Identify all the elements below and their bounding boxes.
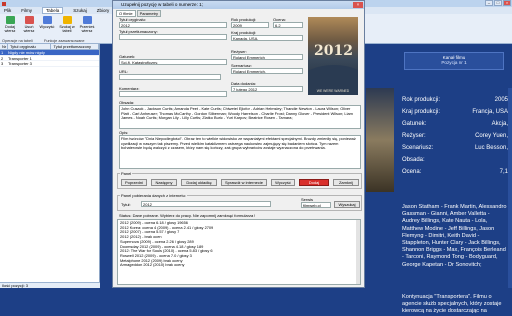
detail-genre: Gatunek: Akcja, [402,121,508,127]
search-table-button[interactable]: Szukaj w tabeli [58,16,76,33]
search-status: Status: Dane pobrane. Wybierz do pracy. … [119,213,256,218]
close-dialog-button[interactable]: Zamknij [333,179,359,186]
movie-details-pane: Kanał filmu Pozycja nr 1 Rok produkcji: 2… [364,52,512,314]
row-title: Transporter 1 [8,55,32,61]
details-header-title: Kanał filmu [442,55,466,60]
menu-zbiory[interactable]: Zbiory [97,8,110,13]
menu-szukaj[interactable]: Szukaj [73,8,87,13]
internet-search-legend: Panel pobierania danych z internetu: [120,193,187,198]
menu-tabela[interactable]: Tabela [42,7,64,14]
service-select[interactable]: filmweb.pl [301,202,331,208]
country-field[interactable]: Kanada, USA, [231,35,303,41]
rating-field[interactable]: 6,2 [273,22,303,28]
dialog-close-icon[interactable]: × [353,2,363,8]
menu-plik[interactable]: Plik [4,8,11,13]
details-list: Rok produkcji: 2005 Kraj produkcji: Francj… [402,96,508,180]
cast-textarea[interactable]: John Cusack - Jackson Curtis; Amanda Pee… [119,105,361,129]
description-textarea[interactable]: Film twórców "Dnia Niepodległości". Obra… [119,135,361,169]
clear-label: Wyczyść [39,25,55,29]
edit-entry-dialog: Uzupełnij pozycję w tabeli o numerze: 1;… [112,0,365,288]
col-translated-title[interactable]: Tytuł przetłumaczony [51,44,99,49]
window-controls: – □ × [484,0,511,6]
translated-title-field[interactable] [119,34,227,40]
move-row-label: Przenieś wiersz [79,25,95,33]
add-row-label: Dodaj wiersz [4,25,16,33]
original-title-field[interactable]: 2012 [119,22,227,28]
cover-caption: WE WERE WARNED [316,89,350,93]
tab-parameters[interactable]: Parametry [136,10,162,17]
row-number: 3 [1,61,4,67]
search-table-label: Szukaj w tabeli [59,25,75,33]
row-number: 2 [1,55,4,61]
detail-rating: Ocena: 7,1 [402,169,508,175]
cover-thumbnail [366,88,394,192]
director-field[interactable]: Roland Emmerich [231,54,303,60]
detail-cast-text: Jason Statham - Frank Martin, Alessandro… [402,204,507,268]
menu-filmy[interactable]: Filmy [21,8,32,13]
results-scrollbar[interactable] [356,220,360,284]
add-button[interactable]: Dodaj [299,179,329,186]
genre-select[interactable]: Sci-fi, Katastroficzny, [119,59,227,65]
group-table-ops: Operacje na tabeli [2,39,33,43]
app-icon [2,1,6,6]
search-online-button[interactable]: Wyszukaj [334,201,360,208]
tab-about-movie[interactable]: O filmie [116,10,136,17]
year-field[interactable]: 2009 [231,22,269,28]
previous-button[interactable]: Poprzedni [121,179,147,186]
detail-cast-label: Obsada: [402,157,425,163]
writer-field[interactable]: Roland Emmerich, [231,68,303,74]
maximize-icon[interactable]: □ [494,0,502,6]
list-item[interactable]: Armageddon 2012 (2010) brak oceny [120,263,358,268]
url-field[interactable] [119,74,221,80]
table-row[interactable]: 3 Transporter 3 [0,61,99,67]
label-search-title: Tytuł: [121,202,131,207]
details-scrollbar[interactable] [508,88,512,288]
detail-director: Reżyser: Corey Yuen, [402,133,508,139]
details-header-value: Pozycja nr 1 [441,60,467,65]
next-button[interactable]: Następny [151,179,177,186]
details-header: Kanał filmu Pozycja nr 1 [404,52,504,70]
add-icon [5,16,15,24]
clear-icon [42,16,52,24]
clear-button[interactable]: Wyczyść [38,16,56,29]
detail-year: Rok produkcji: 2005 [402,97,508,103]
move-icon [82,16,92,24]
delete-icon [24,16,34,24]
add-cover-button[interactable]: Dodaj okładkę [181,179,217,186]
col-original-title[interactable]: Tytuł oryginału [8,44,52,49]
detail-description: Kontynuacja "Transportera". Filmu o agen… [402,294,502,315]
dialog-tabs: O filmie Parametry [116,10,162,17]
row-number: 1 [1,50,4,55]
row-title: Nigdy nie mów nigdy [8,50,45,55]
clear-form-button[interactable]: Wyczyść [271,179,295,186]
date-added-field[interactable]: 7 lutego 2012 [231,86,303,92]
minimize-icon[interactable]: – [485,0,493,6]
delete-row-label: Usuń wiersz [23,25,35,33]
dialog-title-bar: Uzupełnij pozycję w tabeli o numerze: 1;… [113,1,364,9]
cover-image[interactable]: 2012 WE WERE WARNED [308,17,358,95]
check-online-button[interactable]: Sprawdź w internecie [221,179,267,186]
delete-row-button[interactable]: Usuń wiersz [20,16,38,33]
search-results-list[interactable]: 2012 (2009) - ocena 6.18 / głosy 19656 2… [117,219,361,285]
close-icon[interactable]: × [503,0,511,6]
row-title: Transporter 3 [8,61,32,67]
comment-field[interactable] [119,91,227,97]
dialog-title: Uzupełnij pozycję w tabeli o numerze: 1; [121,2,203,7]
movie-table: Nr Tytuł oryginału Tytuł przetłumaczony … [0,44,100,288]
add-row-button[interactable]: Dodaj wiersz [1,16,19,33]
group-advanced: Funkcje zaawansowane [44,39,85,43]
detail-country: Kraj produkcji: Francja, USA [402,109,508,115]
row-count-status: Ilość pozycji: 3 [0,282,100,288]
panel-label: Panel [120,171,133,176]
search-title-field[interactable]: 2012 [141,201,271,207]
cover-title: 2012 [314,43,353,59]
col-nr[interactable]: Nr [0,44,8,49]
move-row-button[interactable]: Przenieś wiersz [78,16,96,33]
detail-writer: Scenariusz: Luc Besson, [402,145,508,151]
search-icon [62,16,72,24]
